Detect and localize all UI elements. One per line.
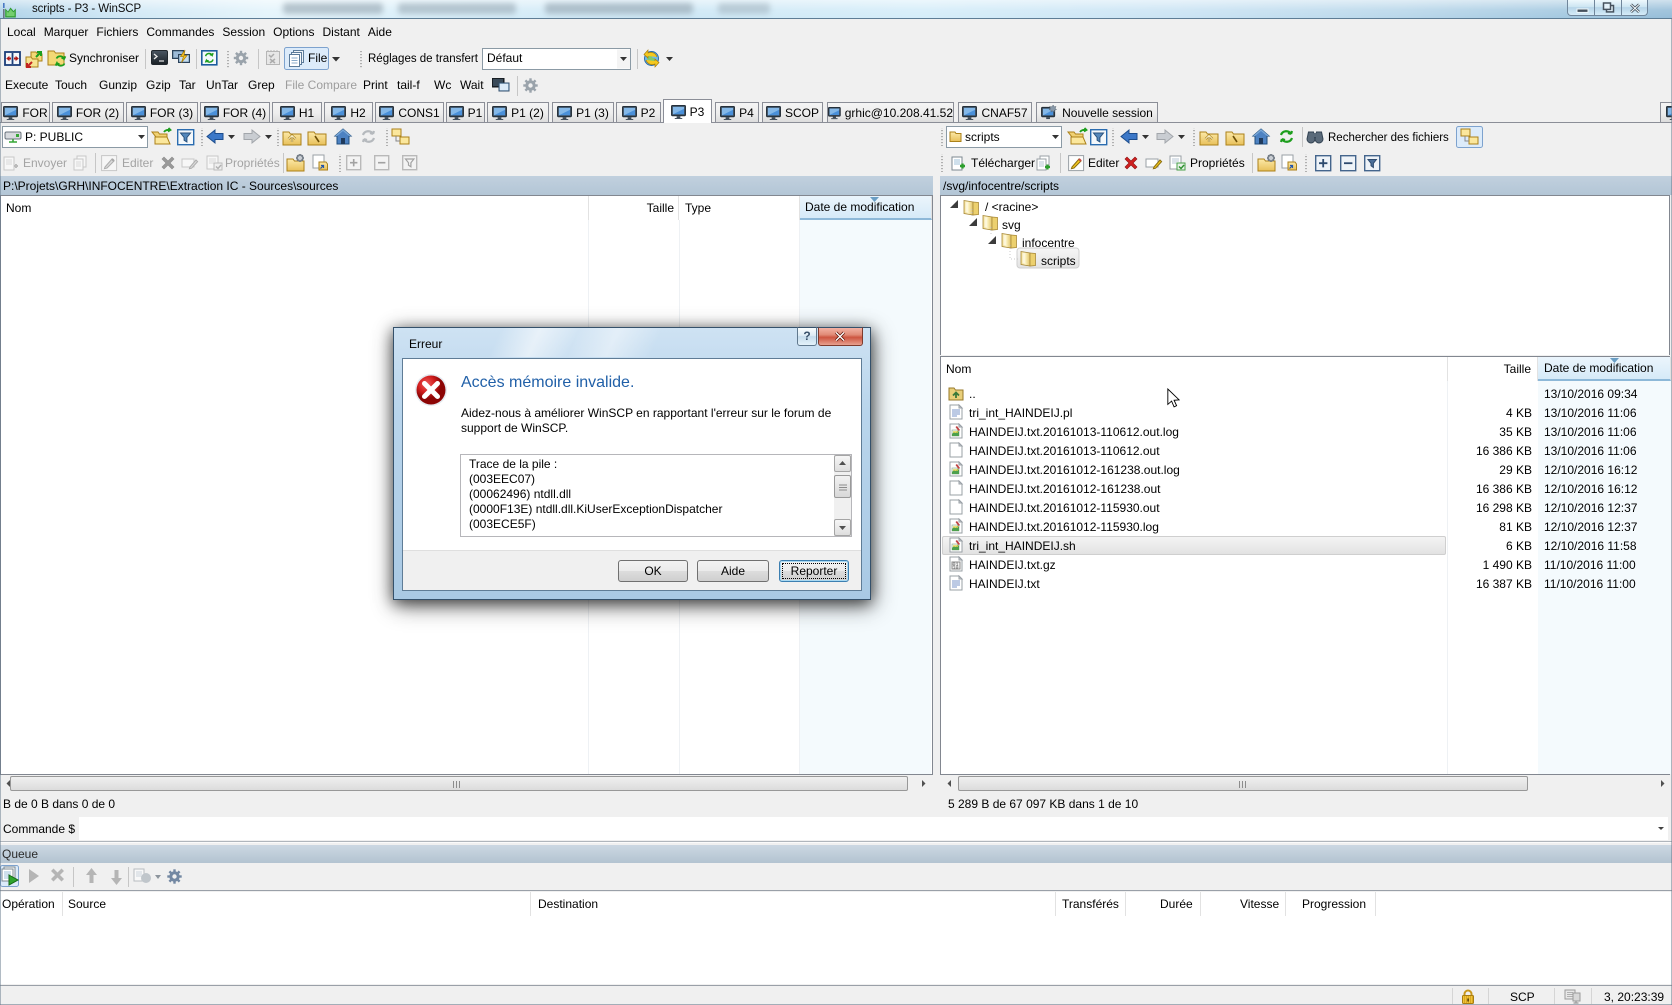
svg-text:/ <racine>: / <racine> xyxy=(985,200,1038,214)
svg-text:scripts: scripts xyxy=(1041,254,1076,268)
svg-text:scripts: scripts xyxy=(965,130,1000,144)
svg-text:Propriétés: Propriétés xyxy=(1190,156,1245,170)
svg-text:Réglages de transfert: Réglages de transfert xyxy=(368,53,479,65)
svg-text:Synchroniser: Synchroniser xyxy=(69,51,139,65)
svg-text:Editer: Editer xyxy=(122,156,153,170)
svg-text:Défaut: Défaut xyxy=(487,51,523,65)
svg-text:Télécharger: Télécharger xyxy=(971,156,1035,170)
svg-text:P: PUBLIC: P: PUBLIC xyxy=(25,130,83,144)
svg-text:Envoyer: Envoyer xyxy=(23,156,67,170)
svg-text:svg: svg xyxy=(1002,218,1021,232)
svg-text:Propriétés: Propriétés xyxy=(225,156,280,170)
svg-text:Editer: Editer xyxy=(1088,156,1119,170)
svg-text:infocentre: infocentre xyxy=(1022,236,1075,250)
svg-text:Rechercher des fichiers: Rechercher des fichiers xyxy=(1328,132,1449,144)
svg-text:File: File xyxy=(308,51,328,65)
